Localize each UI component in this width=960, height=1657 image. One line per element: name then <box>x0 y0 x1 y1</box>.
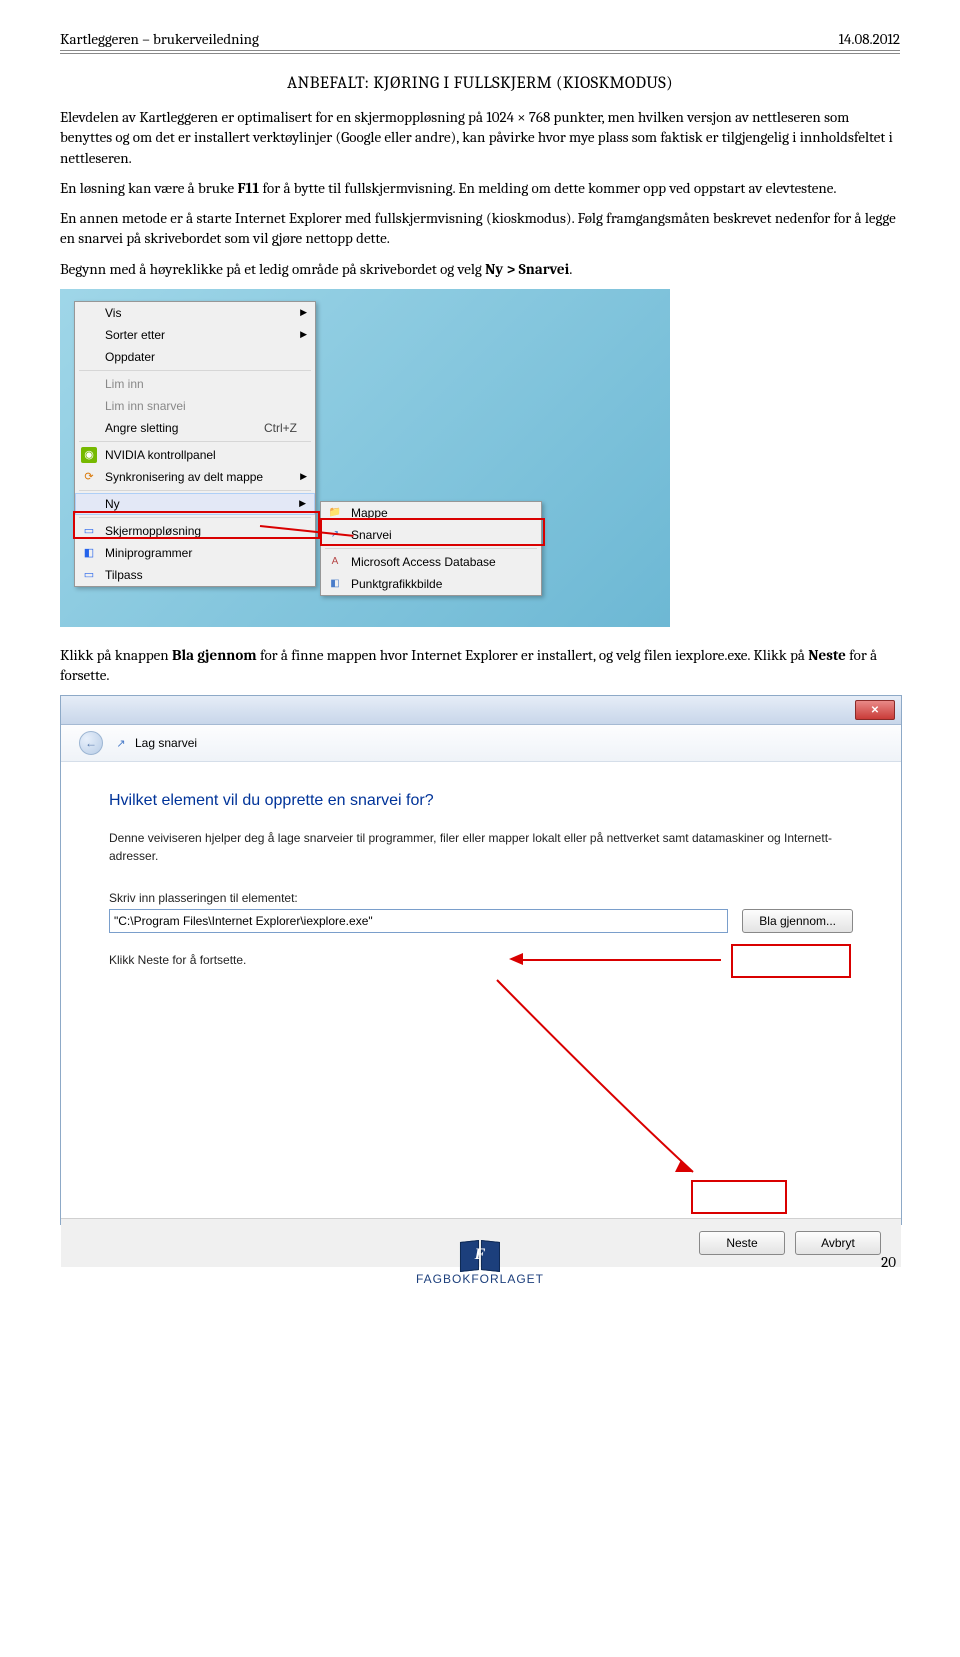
book-icon: F <box>460 1241 500 1271</box>
p2-part-a: En løsning kan være å bruke <box>60 179 237 197</box>
submenu-item-snarvei[interactable]: ↗ Snarvei <box>321 524 541 546</box>
dialog-body: Hvilket element vil du opprette en snarv… <box>61 762 901 1218</box>
screenshot-create-shortcut-dialog: ✕ ← ↗ Lag snarvei Hvilket element vil du… <box>60 695 902 1225</box>
submenu-item-label: Punktgrafikkbilde <box>351 577 442 591</box>
p5-part-a: Klikk på knappen <box>60 646 172 664</box>
dialog-heading: Hvilket element vil du opprette en snarv… <box>109 792 853 810</box>
menu-item-synk[interactable]: ⟳ Synkronisering av delt mappe ▶ <box>75 466 315 488</box>
folder-icon: 📁 <box>327 505 343 521</box>
dialog-input-row: Bla gjennom... <box>109 909 853 933</box>
sync-icon: ⟳ <box>81 469 97 485</box>
screenshot-context-menu: Vis ▶ Sorter etter ▶ Oppdater Lim inn Li… <box>60 289 670 627</box>
screen-resolution-icon: ▭ <box>81 523 97 539</box>
menu-item-label: Sorter etter <box>105 328 165 342</box>
menu-item-label: Miniprogrammer <box>105 546 192 560</box>
p5-browse: Bla gjennom <box>172 646 257 664</box>
location-input[interactable] <box>109 909 728 933</box>
menu-separator <box>325 548 537 549</box>
menu-item-angre[interactable]: Angre sletting Ctrl+Z <box>75 417 315 439</box>
paragraph-4: Begynn med å høyreklikke på et ledig omr… <box>60 259 900 279</box>
submenu-arrow-icon: ▶ <box>300 307 307 318</box>
submenu-item-label: Microsoft Access Database <box>351 555 496 569</box>
menu-item-ny[interactable]: Ny ▶ <box>75 493 315 515</box>
header-right: 14.08.2012 <box>839 30 900 48</box>
submenu-item-label: Snarvei <box>351 528 392 542</box>
paragraph-5: Klikk på knappen Bla gjennom for å finne… <box>60 645 900 686</box>
p2-key: F11 <box>237 179 259 197</box>
menu-separator <box>79 441 311 442</box>
p4-part-c: . <box>569 260 572 278</box>
menu-item-label: Tilpass <box>105 568 143 582</box>
menu-item-label: Vis <box>105 306 121 320</box>
gadgets-icon: ◧ <box>81 545 97 561</box>
personalize-icon: ▭ <box>81 567 97 583</box>
dialog-titlebar: ✕ <box>61 696 901 725</box>
publisher-logo: F FAGBOKFORLAGET <box>416 1241 544 1285</box>
dialog-field-label: Skriv inn plasseringen til elementet: <box>109 891 853 905</box>
p5-next: Neste <box>808 646 846 664</box>
document-page: Kartleggeren – brukerveiledning 14.08.20… <box>0 0 960 1301</box>
context-menu: Vis ▶ Sorter etter ▶ Oppdater Lim inn Li… <box>74 301 316 587</box>
back-icon[interactable]: ← <box>79 731 103 755</box>
menu-separator <box>79 490 311 491</box>
p2-part-c: for å bytte til fullskjermvisning. En me… <box>259 179 836 197</box>
dialog-continue-hint: Klikk Neste for å fortsette. <box>109 953 853 967</box>
menu-item-label: Oppdater <box>105 350 155 364</box>
highlight-arrow-head-icon <box>509 953 523 965</box>
dialog-band-label: Lag snarvei <box>135 736 197 750</box>
menu-item-sorter[interactable]: Sorter etter ▶ <box>75 324 315 346</box>
nvidia-icon: ◉ <box>81 447 97 463</box>
header-rule <box>60 50 900 54</box>
bitmap-icon: ◧ <box>327 576 343 592</box>
section-title: ANBEFALT: KJØRING I FULLSKJERM (KIOSKMOD… <box>60 74 900 93</box>
submenu-arrow-icon: ▶ <box>300 329 307 340</box>
close-button[interactable]: ✕ <box>855 700 895 720</box>
menu-item-label: Lim inn <box>105 377 144 391</box>
page-number: 20 <box>881 1253 896 1271</box>
page-header: Kartleggeren – brukerveiledning 14.08.20… <box>60 30 900 48</box>
paragraph-3: En annen metode er å starte Internet Exp… <box>60 208 900 249</box>
menu-item-tilpass[interactable]: ▭ Tilpass <box>75 564 315 586</box>
submenu-new: 📁 Mappe ↗ Snarvei A Microsoft Access Dat… <box>320 501 542 596</box>
menu-item-skjerm[interactable]: ▭ Skjermoppløsning <box>75 520 315 542</box>
menu-item-mini[interactable]: ◧ Miniprogrammer <box>75 542 315 564</box>
menu-item-vis[interactable]: Vis ▶ <box>75 302 315 324</box>
menu-item-label: Lim inn snarvei <box>105 399 186 413</box>
header-left: Kartleggeren – brukerveiledning <box>60 30 259 48</box>
submenu-item-access[interactable]: A Microsoft Access Database <box>321 551 541 573</box>
submenu-arrow-icon: ▶ <box>300 471 307 482</box>
menu-item-label: Ny <box>105 497 120 511</box>
p4-part-a: Begynn med å høyreklikke på et ledig omr… <box>60 260 485 278</box>
menu-item-lim-inn: Lim inn <box>75 373 315 395</box>
submenu-arrow-icon: ▶ <box>299 498 306 509</box>
menu-item-label: NVIDIA kontrollpanel <box>105 448 216 462</box>
submenu-item-label: Mappe <box>351 506 388 520</box>
access-db-icon: A <box>327 554 343 570</box>
dialog-header-band: ← ↗ Lag snarvei <box>61 725 901 762</box>
paragraph-1: Elevdelen av Kartleggeren er optimaliser… <box>60 107 900 168</box>
highlight-arrow-browse <box>521 959 721 961</box>
dialog-description: Denne veiviseren hjelper deg å lage snar… <box>109 830 853 865</box>
menu-separator <box>79 370 311 371</box>
menu-item-shortcut: Ctrl+Z <box>264 421 297 435</box>
submenu-item-punkt[interactable]: ◧ Punktgrafikkbilde <box>321 573 541 595</box>
publisher-name: FAGBOKFORLAGET <box>416 1273 544 1285</box>
menu-item-oppdater[interactable]: Oppdater <box>75 346 315 368</box>
menu-item-lim-inn-snarvei: Lim inn snarvei <box>75 395 315 417</box>
menu-item-label: Synkronisering av delt mappe <box>105 470 263 484</box>
shortcut-icon: ↗ <box>327 527 343 543</box>
paragraph-2: En løsning kan være å bruke F11 for å by… <box>60 178 900 198</box>
menu-separator <box>79 517 311 518</box>
menu-item-nvidia[interactable]: ◉ NVIDIA kontrollpanel <box>75 444 315 466</box>
menu-item-label: Angre sletting <box>105 421 178 435</box>
browse-button[interactable]: Bla gjennom... <box>742 909 853 933</box>
shortcut-icon: ↗ <box>113 735 129 751</box>
menu-item-label: Skjermoppløsning <box>105 524 201 538</box>
p5-part-c: for å finne mappen hvor Internet Explore… <box>257 646 809 664</box>
submenu-item-mappe[interactable]: 📁 Mappe <box>321 502 541 524</box>
p4-menu-path: Ny > Snarvei <box>485 260 569 278</box>
page-footer: F FAGBOKFORLAGET 20 <box>60 1245 900 1291</box>
